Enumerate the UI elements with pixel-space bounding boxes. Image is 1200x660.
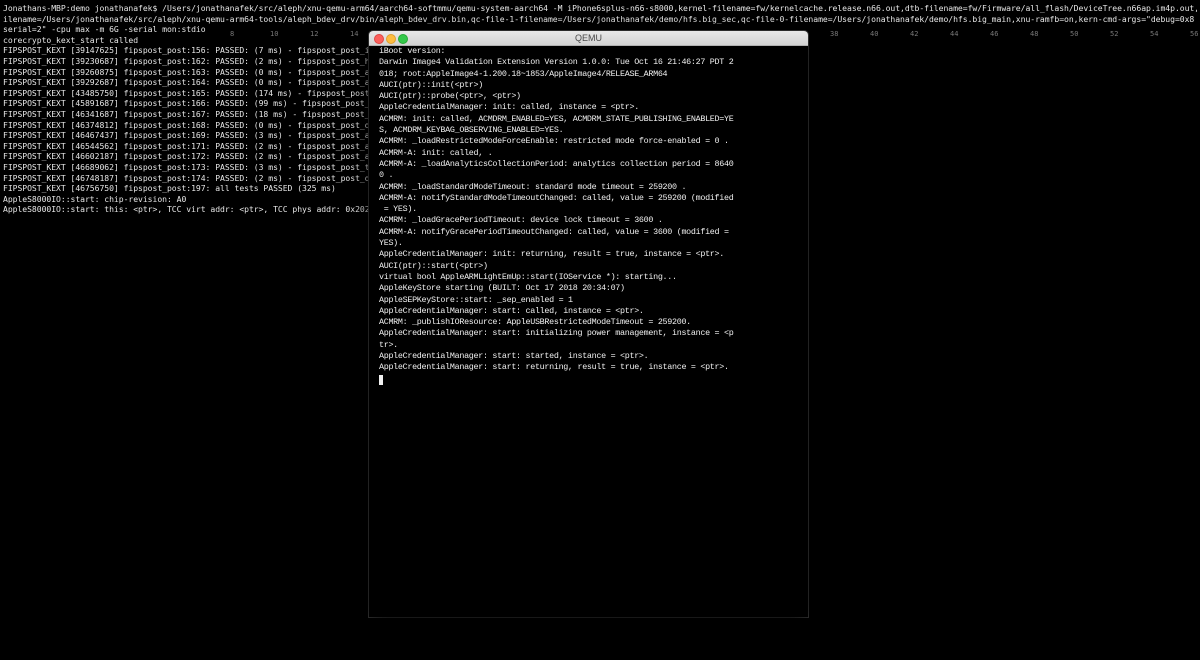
console-line: ACMRM: _publishIOResource: AppleUSBRestr… — [379, 317, 691, 328]
console-line: AppleCredentialManager: init: returning,… — [379, 249, 724, 260]
console-line: 018; root:AppleImage4-1.200.18~1853/Appl… — [379, 68, 668, 79]
console-line: AppleCredentialManager: start: called, i… — [379, 305, 644, 316]
console-line: ACMRM: _loadRestrictedModeForceEnable: r… — [379, 136, 729, 147]
console-line: S, ACMDRM_KEYBAG_OBSERVING_ENABLED=YES. — [379, 125, 564, 136]
console-line: AUCI(ptr)::init(<ptr>) — [379, 79, 483, 90]
qemu-display[interactable]: iBoot version: Darwin Image4 Validation E… — [369, 46, 808, 617]
qemu-console-output: iBoot version: Darwin Image4 Validation E… — [379, 46, 804, 374]
console-line: ACMRM: _loadStandardModeTimeout: standar… — [379, 181, 687, 192]
console-line: ACMRM-A: notifyGracePeriodTimeoutChanged… — [379, 226, 729, 237]
console-line: AppleCredentialManager: start: started, … — [379, 351, 649, 362]
terminal-line: ilename=/Users/jonathanafek/src/aleph/xn… — [3, 13, 1195, 24]
console-line: Darwin Image4 Validation Extension Versi… — [379, 57, 734, 68]
qemu-window[interactable]: QEMU iBoot version: Darwin Image4 Validat… — [369, 31, 808, 617]
console-line: AppleCredentialManager: init: called, in… — [379, 102, 639, 113]
console-line: 0 . — [379, 170, 394, 181]
window-title: QEMU — [575, 33, 602, 43]
console-line: ACMRM-A: notifyStandardModeTimeoutChange… — [379, 192, 734, 203]
console-line: AppleSEPKeyStore::start: _sep_enabled = … — [379, 294, 573, 305]
console-line: virtual bool AppleARMLightEmUp::start(IO… — [379, 271, 677, 282]
console-line: AUCI(ptr)::probe(<ptr>, <ptr>) — [379, 91, 521, 102]
console-line: ACMRM: init: called, ACMDRM_ENABLED=YES,… — [379, 113, 734, 124]
console-line: AppleCredentialManager: start: returning… — [379, 362, 729, 373]
console-line: AUCI(ptr)::start(<ptr>) — [379, 260, 488, 271]
qemu-titlebar[interactable]: QEMU — [369, 31, 808, 46]
console-line: ACMRM: _loadGracePeriodTimeout: device l… — [379, 215, 663, 226]
console-line: = YES). — [379, 204, 417, 215]
console-line: iBoot version: — [379, 46, 446, 56]
console-line: ACMRM-A: _loadAnalyticsCollectionPeriod:… — [379, 158, 734, 169]
console-line: ACMRM-A: init: called, . — [379, 147, 493, 158]
console-line: AppleCredentialManager: start: initializ… — [379, 328, 734, 339]
console-line: tr>. — [379, 339, 398, 350]
console-line: AppleKeyStore starting (BUILT: Oct 17 20… — [379, 283, 625, 294]
console-line: YES). — [379, 238, 403, 249]
terminal-line: Jonathans-MBP:demo jonathanafek$ /Users/… — [3, 3, 1197, 13]
text-cursor — [379, 374, 383, 385]
